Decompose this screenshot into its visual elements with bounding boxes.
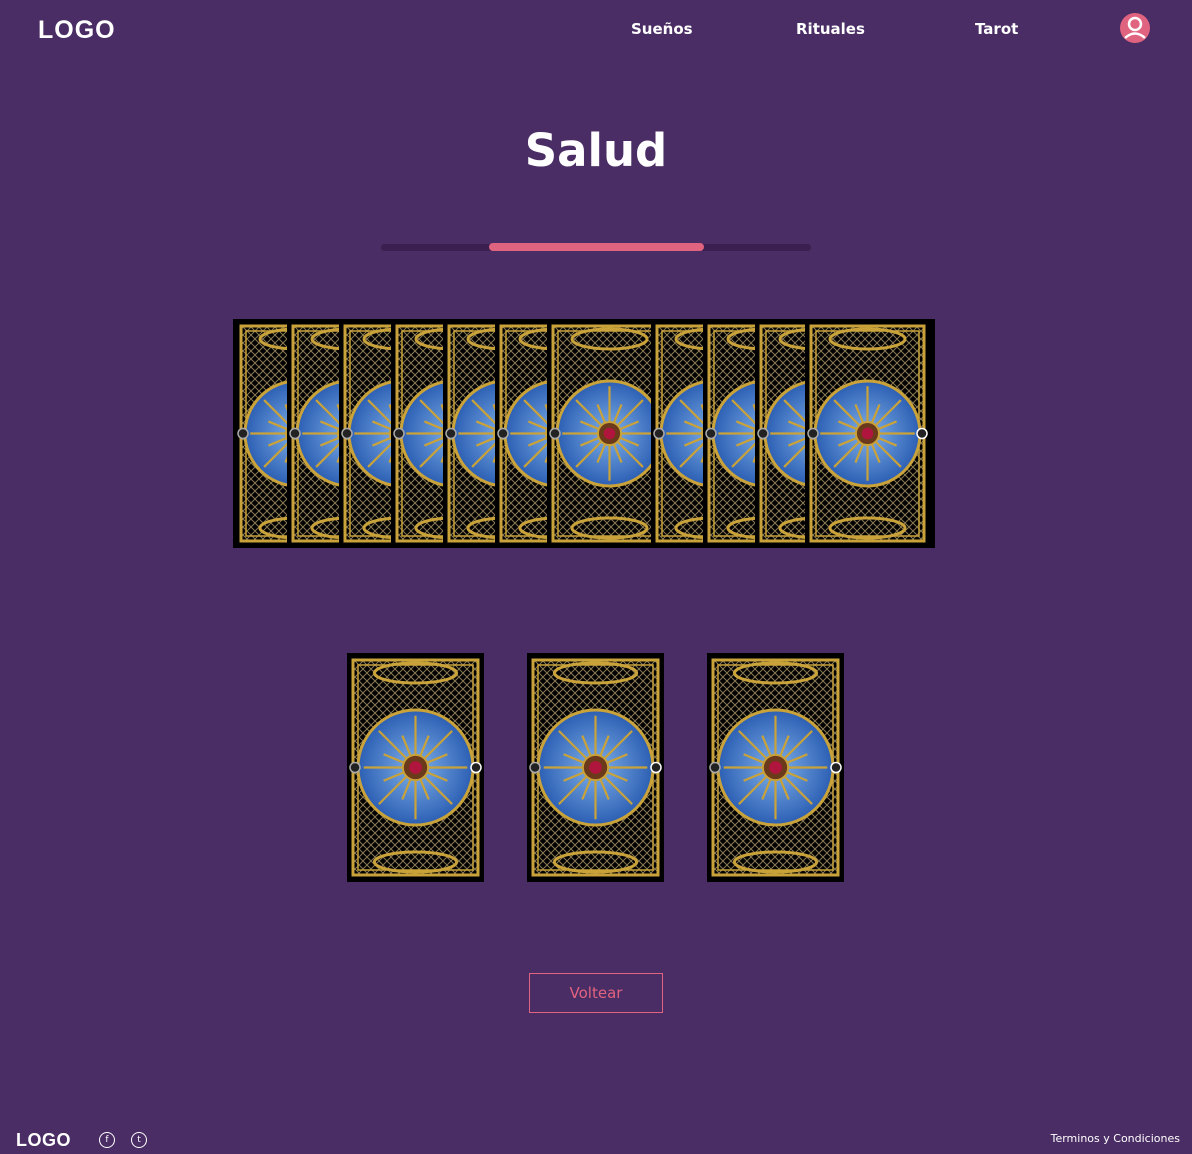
facebook-icon[interactable]: f — [99, 1132, 115, 1148]
nav-suenos[interactable]: Sueños — [631, 20, 693, 38]
user-circle-icon[interactable] — [1119, 12, 1151, 44]
card-deck[interactable] — [233, 319, 935, 548]
spread-card[interactable] — [347, 653, 484, 882]
terms-link[interactable]: Terminos y Condiciones — [1051, 1132, 1180, 1145]
tarot-card-back-icon — [347, 653, 484, 882]
nav-tarot[interactable]: Tarot — [975, 20, 1018, 38]
tarot-card-back-icon — [707, 653, 844, 882]
deck-card[interactable] — [547, 319, 651, 548]
footer-logo[interactable]: LOGO — [16, 1130, 71, 1151]
tarot-card-back-icon — [547, 319, 651, 548]
twitter-icon[interactable]: t — [131, 1132, 147, 1148]
logo[interactable]: LOGO — [38, 16, 116, 45]
tarot-card-back-icon — [805, 319, 930, 548]
progress-fill — [489, 243, 704, 251]
page-title: Salud — [524, 124, 668, 177]
spread-card[interactable] — [707, 653, 844, 882]
spread-card[interactable] — [527, 653, 664, 882]
nav-rituales[interactable]: Rituales — [796, 20, 865, 38]
flip-button[interactable]: Voltear — [529, 973, 663, 1013]
deck-card[interactable] — [805, 319, 931, 548]
tarot-card-back-icon — [527, 653, 664, 882]
